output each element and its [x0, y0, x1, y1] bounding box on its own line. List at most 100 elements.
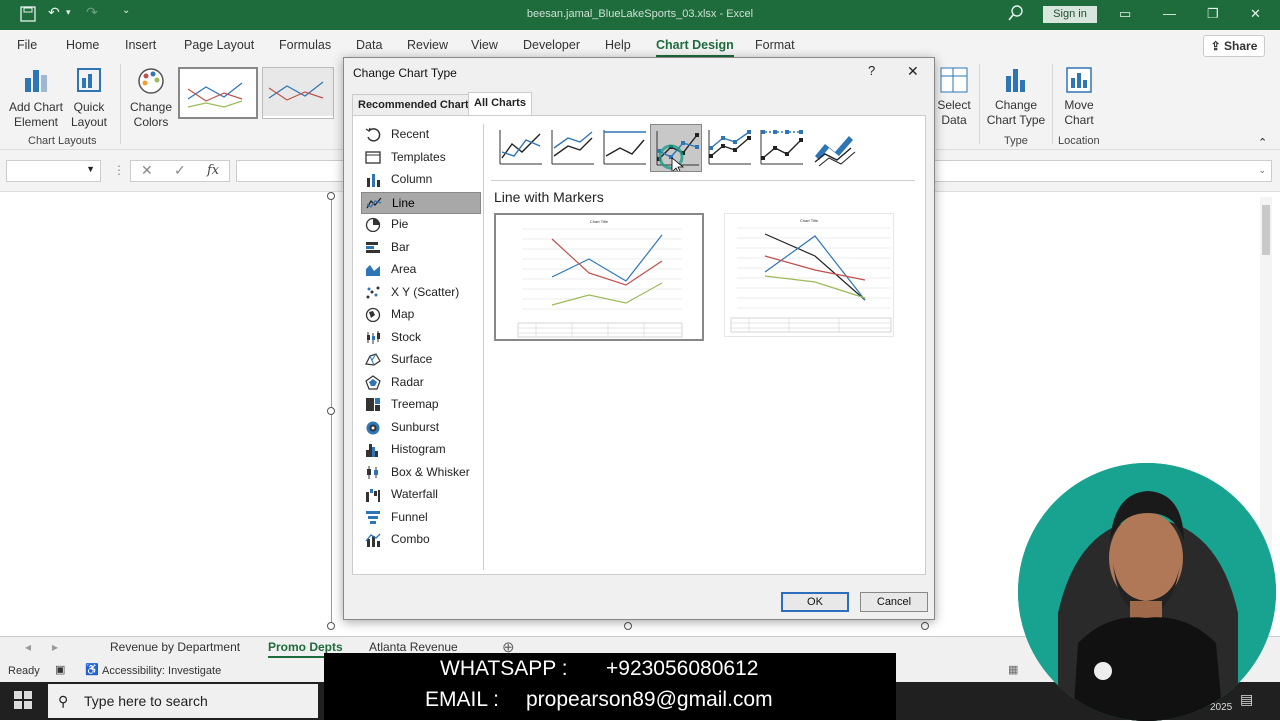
- recent-icon: [365, 127, 381, 142]
- collapse-ribbon-icon[interactable]: ⌃: [1258, 136, 1267, 149]
- normal-view-icon[interactable]: ▦: [1008, 663, 1018, 676]
- tab-data[interactable]: Data: [356, 38, 382, 52]
- category-label: Combo: [391, 532, 430, 546]
- macro-icon[interactable]: ▣: [55, 663, 65, 676]
- category-funnel[interactable]: Funnel: [361, 507, 481, 530]
- category-bar[interactable]: Bar: [361, 237, 481, 260]
- tab-home[interactable]: Home: [66, 38, 99, 52]
- tab-format[interactable]: Format: [755, 38, 795, 52]
- windows-start-icon[interactable]: [14, 691, 32, 712]
- taskbar-search-placeholder: Type here to search: [84, 693, 208, 709]
- subtype-line[interactable]: [496, 126, 544, 168]
- resize-handle[interactable]: [624, 622, 632, 630]
- ribbon-display-icon[interactable]: ▭: [1119, 6, 1131, 22]
- dialog-title: Change Chart Type: [353, 66, 457, 80]
- chart-preview-1[interactable]: Chart Title: [494, 213, 704, 341]
- funnel-chart-icon: [365, 510, 381, 525]
- category-treemap[interactable]: Treemap: [361, 394, 481, 417]
- share-button[interactable]: ⇪ Share: [1203, 35, 1265, 57]
- category-label: X Y (Scatter): [391, 284, 460, 299]
- category-waterfall[interactable]: Waterfall: [361, 484, 481, 507]
- category-sunburst[interactable]: Sunburst: [361, 417, 481, 440]
- close-window-icon[interactable]: ✕: [1250, 6, 1261, 22]
- category-radar[interactable]: Radar: [361, 372, 481, 395]
- notification-icon[interactable]: ▤: [1240, 691, 1253, 708]
- add-chart-element-button[interactable]: Add Chart Element: [6, 66, 66, 130]
- subtype-separator: [491, 180, 915, 181]
- subtype-100-stacked-line[interactable]: [600, 126, 648, 168]
- category-area[interactable]: Area: [361, 259, 481, 282]
- tab-insert[interactable]: Insert: [125, 38, 156, 52]
- category-label: Line: [392, 195, 415, 210]
- category-label: Recent: [391, 127, 430, 141]
- accessibility-status[interactable]: Accessibility: Investigate: [102, 665, 221, 677]
- tab-help[interactable]: Help: [605, 38, 631, 52]
- category-box-whisker[interactable]: Box & Whisker: [361, 462, 481, 485]
- chart-style-1[interactable]: [178, 67, 258, 119]
- resize-handle[interactable]: [921, 622, 929, 630]
- change-colors-label: Change Colors: [129, 100, 173, 129]
- tab-formulas[interactable]: Formulas: [279, 38, 331, 52]
- subtype-stacked-line-with-markers[interactable]: [705, 126, 753, 168]
- search-icon[interactable]: [1008, 5, 1024, 24]
- close-dialog-icon[interactable]: ✕: [907, 63, 919, 80]
- sheet-tab-revenue-by-department[interactable]: Revenue by Department: [110, 640, 240, 654]
- tab-review[interactable]: Review: [407, 38, 448, 52]
- chart-preview-2[interactable]: Chart Title: [724, 213, 894, 337]
- location-group-label: Location: [1058, 135, 1100, 147]
- category-column[interactable]: Column: [361, 169, 481, 192]
- next-sheet-icon[interactable]: ▸: [52, 640, 58, 654]
- search-icon: ⚲: [58, 693, 69, 709]
- tab-developer[interactable]: Developer: [523, 38, 580, 52]
- sign-in-button[interactable]: Sign in: [1043, 6, 1097, 23]
- category-recent[interactable]: Recent: [361, 124, 481, 147]
- category-combo[interactable]: Combo: [361, 529, 481, 552]
- category-xy-scatter[interactable]: X Y (Scatter): [361, 282, 481, 305]
- line-chart-icon: [366, 196, 382, 211]
- move-chart-button[interactable]: Move Chart: [1058, 66, 1100, 128]
- chart-style-2[interactable]: [262, 67, 334, 119]
- radar-chart-icon: [365, 374, 381, 390]
- category-pie[interactable]: Pie: [361, 214, 481, 237]
- category-histogram[interactable]: Histogram: [361, 439, 481, 462]
- change-chart-type-button[interactable]: Change Chart Type: [986, 66, 1046, 128]
- cancel-entry-icon[interactable]: ✕: [141, 162, 153, 179]
- category-map[interactable]: Map: [361, 304, 481, 327]
- tab-all-charts[interactable]: All Charts: [468, 92, 532, 116]
- minimize-icon[interactable]: —: [1163, 6, 1176, 21]
- tab-page-layout[interactable]: Page Layout: [184, 38, 254, 52]
- help-icon[interactable]: ?: [868, 63, 875, 78]
- subtype-stacked-line[interactable]: [548, 126, 596, 168]
- restore-icon[interactable]: ❐: [1207, 6, 1219, 22]
- category-surface[interactable]: Surface: [361, 349, 481, 372]
- insert-function-icon[interactable]: fx: [207, 163, 219, 178]
- move-chart-icon: [1066, 67, 1092, 93]
- tab-recommended-charts[interactable]: Recommended Charts: [352, 94, 481, 116]
- subtype-100-stacked-line-with-markers[interactable]: [757, 126, 805, 168]
- confirm-entry-icon[interactable]: ✓: [174, 162, 186, 179]
- accessibility-icon[interactable]: ♿: [85, 663, 99, 676]
- resize-handle[interactable]: [327, 622, 335, 630]
- quick-layout-button[interactable]: Quick Layout: [66, 66, 112, 130]
- cancel-button[interactable]: Cancel: [860, 592, 928, 612]
- change-colors-button[interactable]: Change Colors: [126, 66, 176, 130]
- resize-handle[interactable]: [327, 407, 335, 415]
- category-label: Waterfall: [391, 487, 438, 501]
- tab-view[interactable]: View: [471, 38, 498, 52]
- category-line[interactable]: Line: [361, 191, 481, 214]
- taskbar-search-input[interactable]: ⚲ Type here to search: [48, 684, 318, 718]
- category-templates[interactable]: Templates: [361, 147, 481, 170]
- tab-file[interactable]: File: [17, 38, 37, 52]
- prev-sheet-icon[interactable]: ◂: [25, 640, 31, 654]
- bar-chart-icon: [365, 240, 381, 255]
- name-box[interactable]: ▼: [6, 160, 101, 182]
- sheet-tab-atlanta-revenue[interactable]: Atlanta Revenue: [369, 640, 458, 654]
- ok-button[interactable]: OK: [781, 592, 849, 612]
- resize-handle[interactable]: [327, 192, 335, 200]
- category-stock[interactable]: Stock: [361, 327, 481, 350]
- tab-chart-design[interactable]: Chart Design: [656, 38, 734, 58]
- subtype-line-with-markers[interactable]: [650, 124, 702, 175]
- whatsapp-number: +923056080612: [606, 657, 759, 680]
- subtype-3d-line[interactable]: [809, 126, 857, 168]
- select-data-button[interactable]: Select Data: [936, 66, 972, 128]
